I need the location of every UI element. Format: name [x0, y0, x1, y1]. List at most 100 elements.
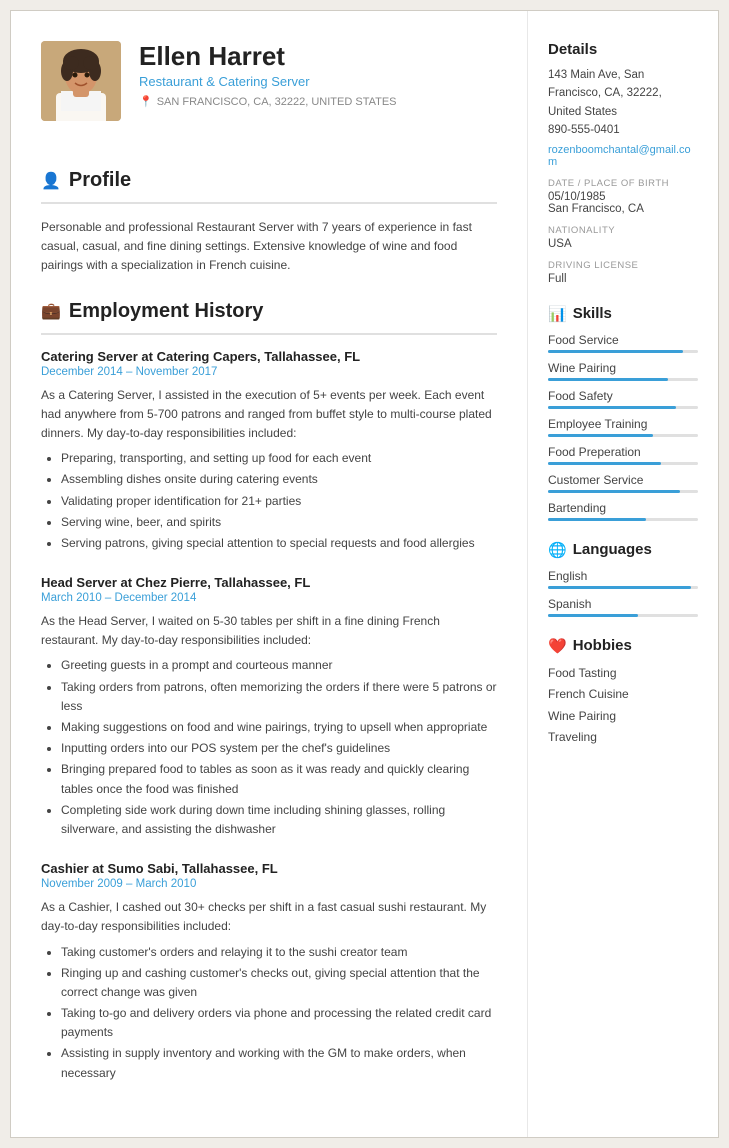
profile-section-header: 👤 Profile	[41, 169, 497, 192]
employment-section-header: 💼 Employment History	[41, 300, 497, 323]
bullet-item: Serving wine, beer, and spirits	[61, 513, 497, 532]
details-address: 143 Main Ave, San Francisco, CA, 32222, …	[548, 66, 698, 140]
skill-bar-fill	[548, 518, 646, 521]
job-item: Cashier at Sumo Sabi, Tallahassee, FL No…	[41, 861, 497, 1083]
skills-container: Food Service Wine Pairing Food Safety Em…	[548, 333, 698, 521]
header-info: Ellen Harret Restaurant & Catering Serve…	[139, 41, 497, 108]
bullet-item: Taking orders from patrons, often memori…	[61, 678, 497, 716]
header-title: Restaurant & Catering Server	[139, 74, 497, 89]
hobbies-icon: ❤️	[548, 637, 567, 655]
skill-item: Food Preperation	[548, 445, 698, 465]
skill-name: Bartending	[548, 501, 698, 515]
left-column: Ellen Harret Restaurant & Catering Serve…	[11, 11, 528, 1137]
hobby-item: French Cuisine	[548, 684, 698, 706]
header-location: 📍 SAN FRANCISCO, CA, 32222, UNITED STATE…	[139, 95, 497, 108]
skill-item: Food Service	[548, 333, 698, 353]
skill-bar-fill	[548, 490, 680, 493]
hobbies-title: ❤️ Hobbies	[548, 637, 698, 655]
languages-icon: 🌐	[548, 541, 567, 559]
bullet-item: Making suggestions on food and wine pair…	[61, 718, 497, 737]
bullet-item: Taking customer's orders and relaying it…	[61, 943, 497, 962]
skill-bar-bg	[548, 350, 698, 353]
skill-bar-bg	[548, 462, 698, 465]
skill-item: Wine Pairing	[548, 361, 698, 381]
languages-container: English Spanish	[548, 569, 698, 617]
right-column: Details 143 Main Ave, San Francisco, CA,…	[528, 11, 718, 1137]
skill-name: Food Service	[548, 333, 698, 347]
skill-name: Food Preperation	[548, 445, 698, 459]
job-item: Catering Server at Catering Capers, Tall…	[41, 349, 497, 554]
skill-item: Food Safety	[548, 389, 698, 409]
skill-bar-bg	[548, 434, 698, 437]
details-email: rozenboomchantal@gmail.com	[548, 144, 698, 168]
skill-bar-fill	[548, 350, 683, 353]
nationality-label: NATIONALITY	[548, 225, 698, 236]
job-dates: March 2010 – December 2014	[41, 592, 497, 604]
profile-section: 👤 Profile Personable and professional Re…	[41, 169, 497, 276]
resume-inner: Ellen Harret Restaurant & Catering Serve…	[11, 11, 718, 1137]
job-desc: As a Cashier, I cashed out 30+ checks pe…	[41, 898, 497, 936]
hobby-item: Food Tasting	[548, 663, 698, 685]
language-item: English	[548, 569, 698, 589]
dob-value: 05/10/1985 San Francisco, CA	[548, 191, 698, 215]
skill-bar-bg	[548, 490, 698, 493]
profile-icon: 👤	[41, 171, 61, 191]
bullet-item: Validating proper identification for 21+…	[61, 492, 497, 511]
skill-bar-bg	[548, 518, 698, 521]
skill-name: Employee Training	[548, 417, 698, 431]
skill-name: Customer Service	[548, 473, 698, 487]
lang-name: English	[548, 569, 698, 583]
jobs-container: Catering Server at Catering Capers, Tall…	[41, 349, 497, 1083]
nationality-value: USA	[548, 238, 698, 250]
lang-bar-fill	[548, 614, 638, 617]
lang-bar-bg	[548, 586, 698, 589]
bullet-item: Greeting guests in a prompt and courteou…	[61, 656, 497, 675]
lang-name: Spanish	[548, 597, 698, 611]
skill-bar-bg	[548, 378, 698, 381]
skill-bar-fill	[548, 434, 653, 437]
bullet-item: Taking to-go and delivery orders via pho…	[61, 1004, 497, 1042]
job-desc: As the Head Server, I waited on 5-30 tab…	[41, 612, 497, 650]
employment-divider	[41, 333, 497, 335]
avatar	[41, 41, 121, 121]
skill-name: Wine Pairing	[548, 361, 698, 375]
details-section: Details 143 Main Ave, San Francisco, CA,…	[548, 41, 698, 285]
bullet-item: Ringing up and cashing customer's checks…	[61, 964, 497, 1002]
skill-bar-bg	[548, 406, 698, 409]
hobbies-section: ❤️ Hobbies Food TastingFrench CuisineWin…	[548, 637, 698, 749]
header-name: Ellen Harret	[139, 41, 497, 72]
details-title: Details	[548, 41, 698, 58]
skill-bar-fill	[548, 406, 676, 409]
skills-icon: 📊	[548, 305, 567, 323]
hobbies-container: Food TastingFrench CuisineWine PairingTr…	[548, 663, 698, 749]
job-dates: November 2009 – March 2010	[41, 878, 497, 890]
lang-bar-bg	[548, 614, 698, 617]
skills-section: 📊 Skills Food Service Wine Pairing Food …	[548, 305, 698, 521]
briefcase-icon: 💼	[41, 301, 61, 321]
license-value: Full	[548, 273, 698, 285]
skills-title: 📊 Skills	[548, 305, 698, 323]
hobby-item: Traveling	[548, 727, 698, 749]
languages-section: 🌐 Languages English Spanish	[548, 541, 698, 617]
header: Ellen Harret Restaurant & Catering Serve…	[41, 41, 497, 141]
skill-bar-fill	[548, 378, 668, 381]
skill-item: Employee Training	[548, 417, 698, 437]
job-desc: As a Catering Server, I assisted in the …	[41, 386, 497, 444]
license-label: DRIVING LICENSE	[548, 260, 698, 271]
bullet-item: Assisting in supply inventory and workin…	[61, 1044, 497, 1082]
skill-bar-fill	[548, 462, 661, 465]
job-title: Cashier at Sumo Sabi, Tallahassee, FL	[41, 861, 497, 876]
dob-label: DATE / PLACE OF BIRTH	[548, 178, 698, 189]
job-title: Catering Server at Catering Capers, Tall…	[41, 349, 497, 364]
job-bullets: Greeting guests in a prompt and courteou…	[41, 656, 497, 839]
language-item: Spanish	[548, 597, 698, 617]
bullet-item: Completing side work during down time in…	[61, 801, 497, 839]
profile-title: Profile	[69, 169, 131, 192]
employment-title: Employment History	[69, 300, 263, 323]
job-title: Head Server at Chez Pierre, Tallahassee,…	[41, 575, 497, 590]
resume-wrapper: Ellen Harret Restaurant & Catering Serve…	[10, 10, 719, 1138]
skill-name: Food Safety	[548, 389, 698, 403]
bullet-item: Serving patrons, giving special attentio…	[61, 534, 497, 553]
job-bullets: Taking customer's orders and relaying it…	[41, 943, 497, 1083]
skill-item: Bartending	[548, 501, 698, 521]
